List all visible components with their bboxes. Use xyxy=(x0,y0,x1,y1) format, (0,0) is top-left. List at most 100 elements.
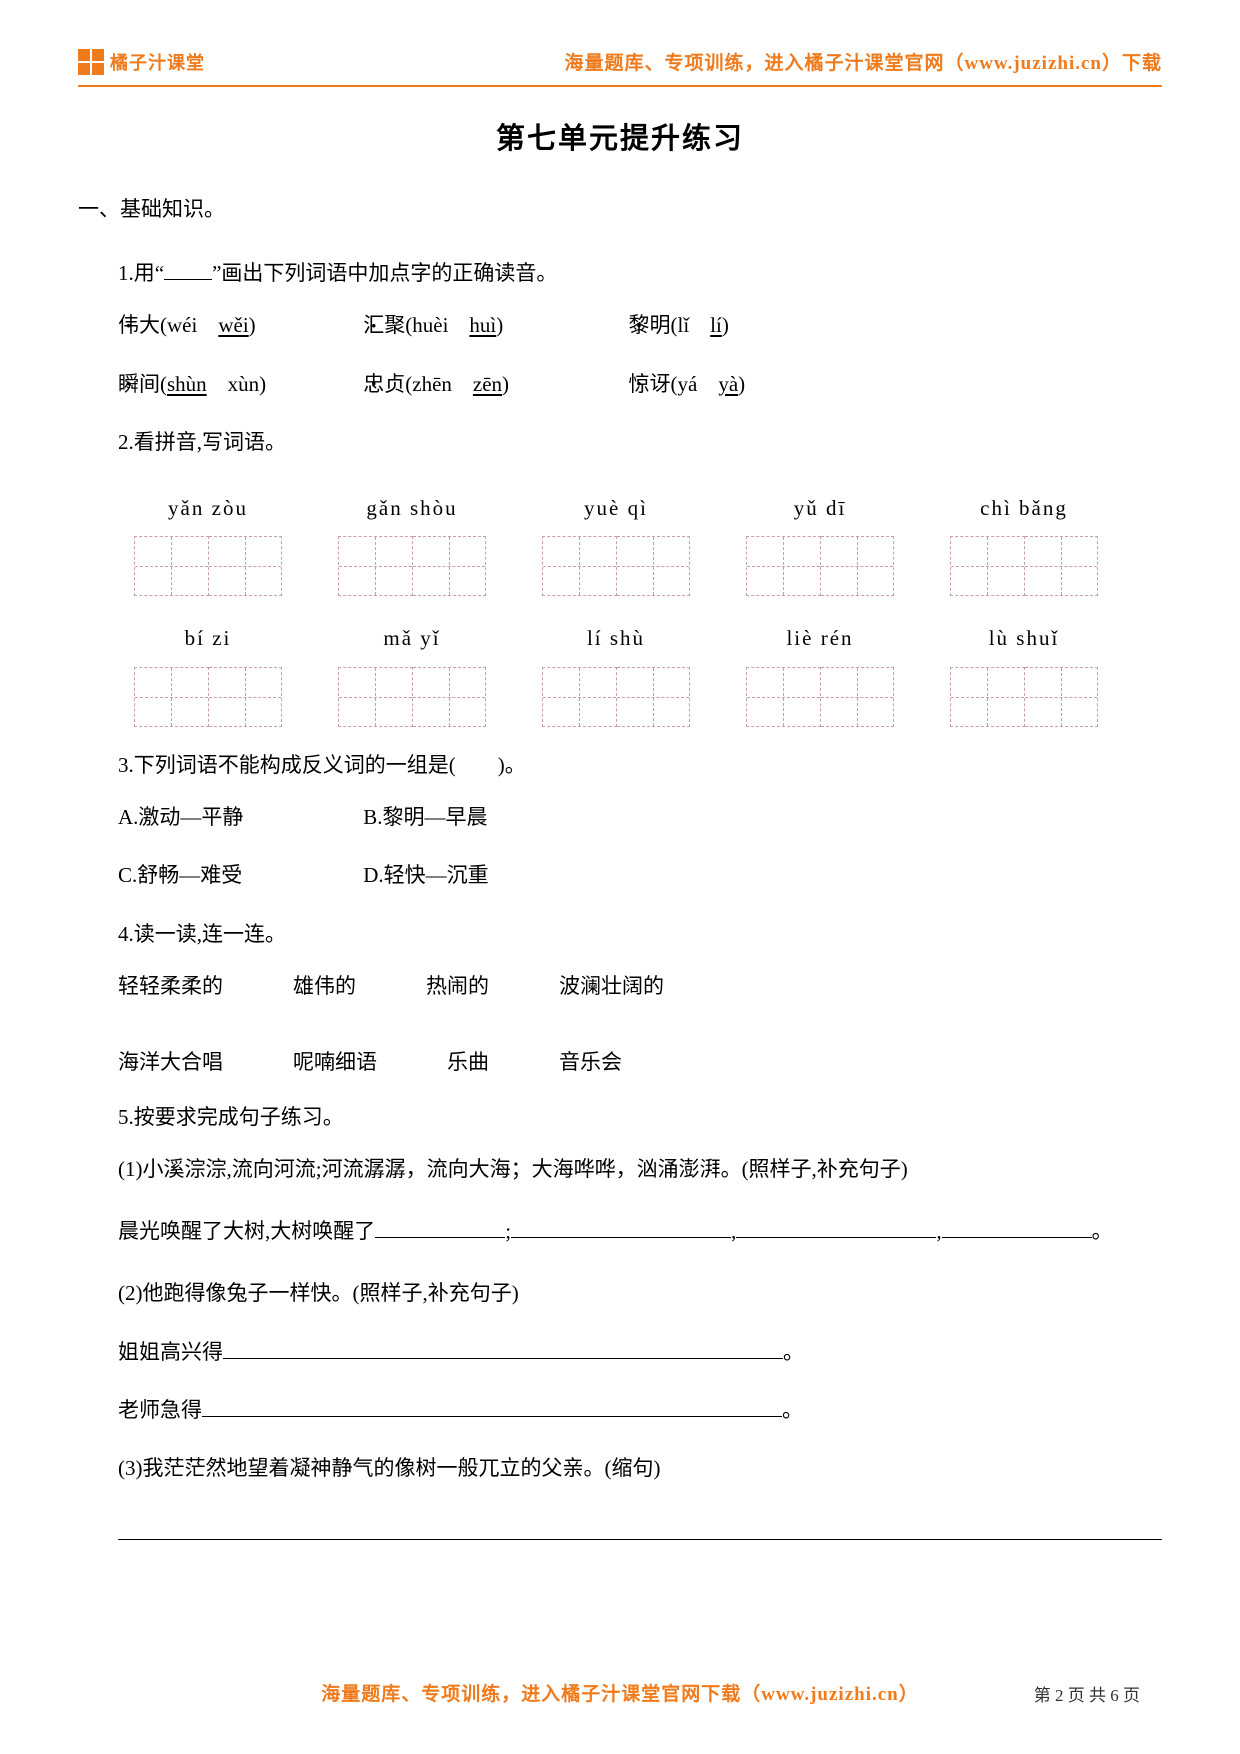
q1-answer: yà xyxy=(718,372,738,396)
q1-row1: 伟大(wéi wěi) 汇聚(huèi huì) 黎明(lǐ lí) xyxy=(78,301,1162,349)
q5-prompt: 5.按要求完成句子练习。 xyxy=(78,1093,1162,1141)
q2-prompt: 2.看拼音,写词语。 xyxy=(78,418,1162,466)
fill-blank[interactable] xyxy=(375,1216,505,1238)
q2-pinyin: lí shù xyxy=(542,614,690,662)
q1-text: 大(wéi xyxy=(139,313,218,337)
q2-pinyin-row1: yǎn zòu gǎn shòu yuè qì yǔ dī chì bǎng xyxy=(78,484,1162,532)
q4-prompt: 4.读一读,连一连。 xyxy=(78,910,1162,958)
q3-option-b[interactable]: B.黎明—早晨 xyxy=(363,793,487,841)
q5-p2: (2)他跑得像兔子一样快。(照样子,补充句子) xyxy=(78,1269,1162,1317)
q1-answer: lí xyxy=(710,313,722,337)
tianzige[interactable] xyxy=(338,536,486,596)
q3-option-c[interactable]: C.舒畅—难受 xyxy=(118,851,358,899)
q4-bottom-item[interactable]: 海洋大合唱 xyxy=(118,1038,223,1086)
q1-item-liming: 黎明(lǐ lí) xyxy=(629,301,729,349)
q1-item-shunjian: 瞬间(shùn xùn) xyxy=(118,360,358,408)
logo-icon xyxy=(78,49,104,75)
q1-dotchar: 伟 xyxy=(118,313,139,337)
fill-blank[interactable] xyxy=(202,1395,782,1417)
q4-bottom-item[interactable]: 乐曲 xyxy=(447,1038,489,1086)
q2-pinyin: mǎ yǐ xyxy=(338,614,486,662)
q1-text: ) xyxy=(496,313,503,337)
q1-dotchar: 惊 xyxy=(629,372,650,396)
q3-options-row1: A.激动—平静 B.黎明—早晨 xyxy=(78,793,1162,841)
q2-pinyin-row2: bí zi mǎ yǐ lí shù liè rén lù shuǐ xyxy=(78,614,1162,662)
q2-pinyin: bí zi xyxy=(134,614,282,662)
q1-text: 讶(yá xyxy=(650,372,719,396)
page-header: 橘子汁课堂 海量题库、专项训练，进入橘子汁课堂官网（www.juzizhi.cn… xyxy=(78,48,1162,75)
brand-name: 橘子汁课堂 xyxy=(110,49,205,75)
q4-bottom-item[interactable]: 呢喃细语 xyxy=(293,1038,377,1086)
brand-logo: 橘子汁课堂 xyxy=(78,49,205,75)
q1-text: ) xyxy=(738,372,745,396)
q2-pinyin: yuè qì xyxy=(542,484,690,532)
q1-dotchar: 忠 xyxy=(363,372,384,396)
q1-answer: wěi xyxy=(218,313,248,337)
q2-grid-row2 xyxy=(78,667,1162,727)
footer-link-text: 海量题库、专项训练，进入橘子汁课堂官网下载（www.juzizhi.cn） xyxy=(321,1679,919,1706)
q1-blank[interactable] xyxy=(164,258,212,280)
header-link-text: 海量题库、专项训练，进入橘子汁课堂官网（www.juzizhi.cn）下载 xyxy=(564,48,1162,75)
q4-bottom-item[interactable]: 音乐会 xyxy=(559,1038,622,1086)
q5-p2a: 姐姐高兴得。 xyxy=(78,1328,1162,1376)
q1-row2: 瞬间(shùn xùn) 忠贞(zhēn zēn) 惊讶(yá yà) xyxy=(78,360,1162,408)
q1-prompt: 1.用“ ”画出下列词语中加点字的正确读音。 xyxy=(78,249,1162,297)
q1-text: ) xyxy=(722,313,729,337)
q3-option-a[interactable]: A.激动—平静 xyxy=(118,793,358,841)
q2-pinyin: lù shuǐ xyxy=(950,614,1098,662)
q4-top-item[interactable]: 波澜壮阔的 xyxy=(559,962,664,1010)
q1-answer: zēn xyxy=(473,372,502,396)
q1-dotchar: 瞬 xyxy=(118,372,139,396)
tianzige[interactable] xyxy=(746,536,894,596)
q5-p2a-lead: 姐姐高兴得 xyxy=(118,1340,223,1364)
header-divider xyxy=(78,85,1162,87)
q4-top-item[interactable]: 雄伟的 xyxy=(293,962,356,1010)
q4-top-row: 轻轻柔柔的 雄伟的 热闹的 波澜壮阔的 xyxy=(78,962,1162,1010)
q1-text: 贞(zhēn xyxy=(384,372,473,396)
q5-p3: (3)我茫茫然地望着凝神静气的像树一般兀立的父亲。(缩句) xyxy=(78,1444,1162,1492)
q4-top-item[interactable]: 轻轻柔柔的 xyxy=(118,962,223,1010)
q4-top-item[interactable]: 热闹的 xyxy=(426,962,489,1010)
q5-p2b-lead: 老师急得 xyxy=(118,1398,202,1422)
q1-text: 间( xyxy=(139,372,167,396)
q1-text: ) xyxy=(249,313,256,337)
tianzige[interactable] xyxy=(134,536,282,596)
q2-grid-row1 xyxy=(78,536,1162,596)
tianzige[interactable] xyxy=(950,667,1098,727)
tianzige[interactable] xyxy=(338,667,486,727)
q2-pinyin: yǎn zòu xyxy=(134,484,282,532)
footer-page-number: 第 2 页 共 6 页 xyxy=(1034,1681,1140,1706)
q5-p1-fill: 晨光唤醒了大树,大树唤醒了;,,。 xyxy=(78,1207,1162,1255)
tianzige[interactable] xyxy=(134,667,282,727)
page-footer: 海量题库、专项训练，进入橘子汁课堂官网下载（www.juzizhi.cn） 第 … xyxy=(0,1679,1240,1706)
tianzige[interactable] xyxy=(542,536,690,596)
q1-text: ) xyxy=(502,372,509,396)
tianzige[interactable] xyxy=(950,536,1098,596)
fill-blank-long[interactable] xyxy=(118,1511,1162,1540)
q1-item-zhongzhen: 忠贞(zhēn zēn) xyxy=(363,360,623,408)
q1-prompt-b: ”画出下列词语中加点字的正确读音。 xyxy=(212,261,557,285)
q1-item-huiju: 汇聚(huèi huì) xyxy=(363,301,623,349)
tianzige[interactable] xyxy=(746,667,894,727)
q1-text: 明(lǐ xyxy=(650,313,711,337)
q1-text: xùn) xyxy=(207,372,267,396)
tianzige[interactable] xyxy=(542,667,690,727)
q1-dotchar: 汇 xyxy=(363,313,384,337)
q2-pinyin: liè rén xyxy=(746,614,894,662)
q1-answer: shùn xyxy=(167,372,207,396)
q1-text: 聚(huèi xyxy=(384,313,469,337)
q1-dotchar: 黎 xyxy=(629,313,650,337)
fill-blank[interactable] xyxy=(223,1337,783,1359)
q5-p1: (1)小溪淙淙,流向河流;河流潺潺，流向大海；大海哗哗，汹涌澎湃。(照样子,补充… xyxy=(78,1145,1162,1193)
fill-blank[interactable] xyxy=(942,1216,1092,1238)
q1-prompt-a: 1.用“ xyxy=(118,261,164,285)
q3-option-d[interactable]: D.轻快—沉重 xyxy=(363,851,488,899)
q1-answer: huì xyxy=(469,313,496,337)
q5-p2b: 老师急得。 xyxy=(78,1386,1162,1434)
q2-pinyin: chì bǎng xyxy=(950,484,1098,532)
fill-blank[interactable] xyxy=(511,1216,731,1238)
section-1-heading: 一、基础知识。 xyxy=(78,193,1162,223)
fill-blank[interactable] xyxy=(736,1216,936,1238)
q1-item-jingya: 惊讶(yá yà) xyxy=(629,360,746,408)
q2-pinyin: gǎn shòu xyxy=(338,484,486,532)
